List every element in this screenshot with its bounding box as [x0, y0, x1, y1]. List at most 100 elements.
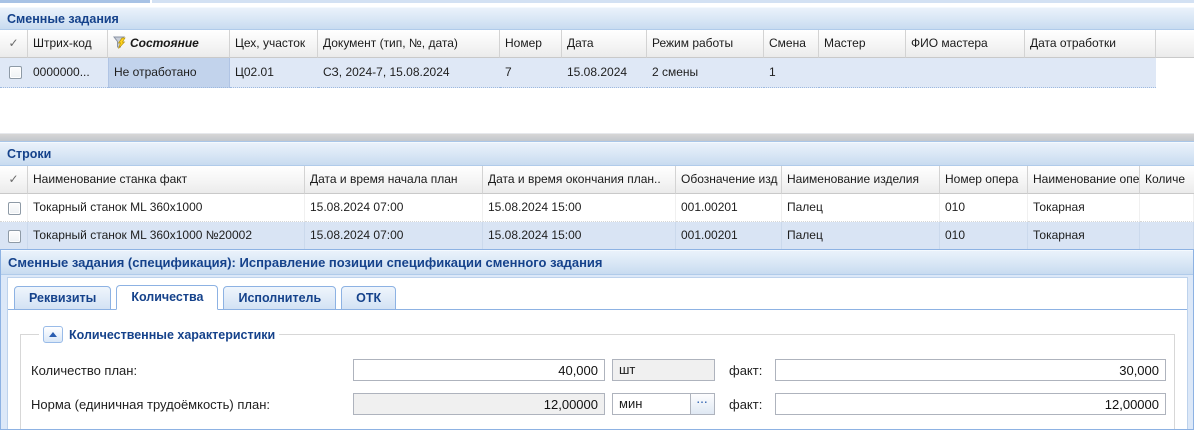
rows-panel: Строки ✓ Наименование станка факт Дата и… [0, 141, 1194, 250]
spec-editor-title: Сменные задания (спецификация): Исправле… [8, 255, 603, 270]
top-strip-segment-right [152, 0, 1194, 3]
shift-tasks-grid-header: ✓ Штрих-код Состояние Цех, участок Докум… [0, 30, 1194, 58]
editor-tabbar: Реквизиты Количества Исполнитель ОТК [8, 278, 1187, 310]
check-icon: ✓ [8, 36, 18, 50]
norm-plan-label: Норма (единичная трудоёмкость) план: [31, 397, 353, 412]
tab-rekvizity[interactable]: Реквизиты [14, 286, 111, 310]
column-header-mode[interactable]: Режим работы [647, 30, 764, 58]
cell-date: 15.08.2024 [562, 58, 647, 88]
row-checkbox[interactable] [9, 66, 22, 79]
tab-ispolnitel[interactable]: Исполнитель [223, 286, 336, 310]
shift-tasks-panel: Сменные задания ✓ Штрих-код Состояние Це… [0, 7, 1194, 88]
column-header-product-code[interactable]: Обозначение изд [676, 166, 782, 194]
row-check-cell [0, 194, 28, 222]
column-header-op-number[interactable]: Номер опера [940, 166, 1028, 194]
column-header-filler [1156, 30, 1194, 58]
check-icon: ✓ [8, 172, 18, 186]
cell-start: 15.08.2024 07:00 [305, 194, 483, 222]
top-strip-band [0, 0, 1194, 3]
quantity-fieldset-legend: Количественные характеристики [39, 326, 279, 343]
column-header-master[interactable]: Мастер [819, 30, 906, 58]
tab-content-kolichestva: Количественные характеристики Количество… [8, 326, 1187, 429]
shift-tasks-panel-header: Сменные задания [0, 7, 1194, 30]
cell-number: 7 [500, 58, 562, 88]
cell-qty [1140, 222, 1194, 250]
unit-picker-button[interactable]: ... [690, 394, 714, 414]
shift-task-row[interactable]: 0000000... Не отработано Ц02.01 СЗ, 2024… [0, 58, 1194, 88]
cell-state: Не отработано [108, 58, 230, 88]
quantity-unit-field[interactable]: шт [612, 359, 715, 381]
column-header-number[interactable]: Номер [500, 30, 562, 58]
cell-op-number: 010 [940, 194, 1028, 222]
cell-end: 15.08.2024 15:00 [483, 194, 676, 222]
collapse-section-button[interactable] [43, 326, 63, 343]
column-header-check[interactable]: ✓ [0, 166, 28, 194]
cell-filler [1156, 58, 1194, 88]
column-header-state-label: Состояние [130, 36, 199, 50]
column-header-machine[interactable]: Наименование станка факт [28, 166, 305, 194]
cell-machine: Токарный станок ML 360x1000 [28, 194, 305, 222]
column-header-workshop[interactable]: Цех, участок [230, 30, 318, 58]
cell-product-code: 001.00201 [676, 194, 782, 222]
column-header-document[interactable]: Документ (тип, №, дата) [318, 30, 500, 58]
column-header-state[interactable]: Состояние [108, 30, 230, 58]
spec-editor-body: Реквизиты Количества Исполнитель ОТК Кол… [7, 277, 1188, 429]
rows-grid-header: ✓ Наименование станка факт Дата и время … [0, 166, 1194, 194]
rows-panel-header: Строки [0, 142, 1194, 166]
column-header-master-name[interactable]: ФИО мастера [906, 30, 1025, 58]
cell-master-name [906, 58, 1025, 88]
top-tab-strip-remnant [0, 0, 1194, 7]
quantity-plan-label: Количество план: [31, 363, 353, 378]
top-strip-segment-left [0, 0, 152, 3]
spec-row-selected[interactable]: Токарный станок ML 360x1000 №20002 15.08… [0, 222, 1194, 250]
column-header-work-date[interactable]: Дата отработки [1025, 30, 1156, 58]
quantity-characteristics-fieldset: Количественные характеристики Количество… [20, 326, 1175, 429]
row-checkbox[interactable] [8, 230, 21, 243]
quantity-legend-label: Количественные характеристики [69, 328, 275, 342]
cell-shift: 1 [764, 58, 819, 88]
quantity-plan-input[interactable] [353, 359, 605, 381]
field-row-norm: Норма (единичная трудоёмкость) план: мин… [31, 393, 1168, 415]
column-header-barcode[interactable]: Штрих-код [28, 30, 108, 58]
tab-kolichestva[interactable]: Количества [116, 285, 218, 310]
cell-work-date [1025, 58, 1156, 88]
rows-panel-title: Строки [7, 147, 51, 161]
spec-editor-panel: Сменные задания (спецификация): Исправле… [0, 249, 1194, 430]
horizontal-splitter[interactable] [0, 133, 1194, 141]
tab-otk[interactable]: ОТК [341, 286, 396, 310]
quantity-unit-value: шт [613, 360, 714, 380]
filter-lightning-icon [113, 36, 127, 49]
collapse-arrow-icon [49, 332, 57, 337]
cell-document: СЗ, 2024-7, 15.08.2024 [318, 58, 500, 88]
cell-op-name: Токарная [1028, 222, 1140, 250]
column-header-check[interactable]: ✓ [0, 30, 28, 58]
quantity-fact-input[interactable] [775, 359, 1166, 381]
column-header-end[interactable]: Дата и время окончания план.. [483, 166, 676, 194]
row-check-cell [0, 58, 28, 88]
cell-op-number: 010 [940, 222, 1028, 250]
cell-machine: Токарный станок ML 360x1000 №20002 [28, 222, 305, 250]
norm-plan-input[interactable] [353, 393, 605, 415]
cell-master [819, 58, 906, 88]
column-header-qty[interactable]: Количе [1140, 166, 1194, 194]
norm-fact-label: факт: [729, 397, 775, 412]
norm-unit-field[interactable]: мин ... [612, 393, 715, 415]
cell-barcode: 0000000... [28, 58, 108, 88]
column-header-date[interactable]: Дата [562, 30, 647, 58]
column-header-product-name[interactable]: Наименование изделия [782, 166, 940, 194]
cell-workshop: Ц02.01 [230, 58, 318, 88]
cell-qty [1140, 194, 1194, 222]
norm-fact-input[interactable] [775, 393, 1166, 415]
spec-row[interactable]: Токарный станок ML 360x1000 15.08.2024 0… [0, 194, 1194, 222]
row-checkbox[interactable] [8, 202, 21, 215]
column-header-shift[interactable]: Смена [764, 30, 819, 58]
cell-start: 15.08.2024 07:00 [305, 222, 483, 250]
spec-editor-panel-header: Сменные задания (спецификация): Исправле… [1, 250, 1193, 275]
cell-product-name: Палец [782, 194, 940, 222]
column-header-start[interactable]: Дата и время начала план [305, 166, 483, 194]
shift-tasks-panel-title: Сменные задания [7, 12, 119, 26]
field-row-quantity: Количество план: шт факт: [31, 359, 1168, 381]
cell-product-name: Палец [782, 222, 940, 250]
column-header-op-name[interactable]: Наименование опе [1028, 166, 1140, 194]
cell-product-code: 001.00201 [676, 222, 782, 250]
